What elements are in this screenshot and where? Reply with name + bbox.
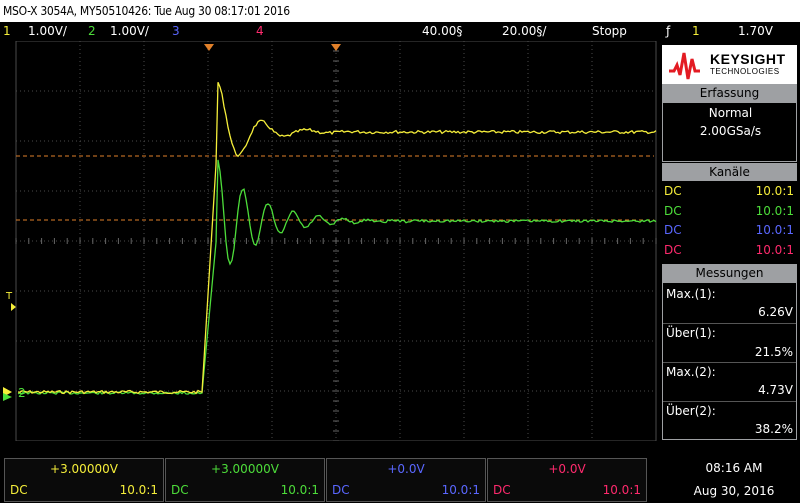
measurement-label: Max.(2):: [666, 365, 716, 379]
keysight-wave-icon: [669, 52, 700, 80]
clock-date: Aug 30, 2016: [693, 484, 775, 498]
keysight-logo: KEYSIGHT TECHNOLOGIES: [662, 45, 797, 85]
run-state[interactable]: Stopp: [592, 22, 627, 41]
clock-time: 08:16 AM: [705, 461, 763, 475]
footer-channel-1[interactable]: +3.00000V DC 10.0:1: [4, 458, 164, 502]
trigger-source[interactable]: 1: [692, 22, 700, 41]
measurement-value: 6.26V: [758, 305, 793, 319]
trigger-level[interactable]: 1.70V: [738, 22, 773, 41]
measurement-label: Max.(1):: [666, 287, 716, 301]
ch1-number[interactable]: 1: [3, 22, 11, 41]
acquisition-mode: Normal: [708, 106, 753, 120]
status-bar: 1 1.00V/ 2 1.00V/ 3 4 40.00§ 20.00§/ Sto…: [0, 22, 800, 41]
channel-footer: +3.00000V DC 10.0:1 +3.00000V DC 10.0:1 …: [0, 458, 800, 503]
time-delay[interactable]: 40.00§: [422, 22, 462, 41]
measurement-label: Über(1):: [666, 326, 716, 340]
measurement-value: 4.73V: [758, 383, 793, 397]
ch4-number[interactable]: 4: [256, 22, 264, 41]
window-title: MSO-X 3054A, MY50510426: Tue Aug 30 08:1…: [0, 0, 800, 22]
ch2-number[interactable]: 2: [88, 22, 96, 41]
time-scale[interactable]: 20.00§/: [502, 22, 546, 41]
channel-row[interactable]: DC 10.0:1: [664, 202, 794, 221]
logo-subtitle: TECHNOLOGIES: [710, 67, 780, 76]
measurements-header[interactable]: Messungen: [662, 264, 797, 282]
measurement-value: 38.2%: [754, 422, 793, 436]
channels-box[interactable]: DC 10.0:1 DC 10.0:1 DC 10.0:1 DC 10.0:1: [662, 181, 797, 263]
trigger-edge-icon[interactable]: ƒ: [666, 22, 670, 41]
channel-row[interactable]: DC 10.0:1: [664, 241, 794, 260]
ch3-number[interactable]: 3: [172, 22, 180, 41]
channel-row[interactable]: DC 10.0:1: [664, 182, 794, 201]
ch2-scale[interactable]: 1.00V/: [110, 22, 149, 41]
footer-channel-3[interactable]: +0.0V DC 10.0:1: [326, 458, 486, 502]
measurement-label: Über(2):: [666, 404, 716, 418]
measurement-value: 21.5%: [754, 345, 793, 359]
acquisition-header[interactable]: Erfassung: [662, 84, 797, 102]
trigger-level-marker[interactable]: T: [5, 291, 13, 302]
acquisition-box[interactable]: Normal 2.00GSa/s: [662, 102, 797, 162]
measurements-box[interactable]: Max.(1): 6.26V Über(1): 21.5% Max.(2): 4…: [662, 282, 797, 440]
ch1-scale[interactable]: 1.00V/: [28, 22, 67, 41]
logo-brand: KEYSIGHT: [710, 51, 786, 67]
channel-row[interactable]: DC 10.0:1: [664, 221, 794, 240]
footer-channel-4[interactable]: +0.0V DC 10.0:1: [487, 458, 647, 502]
ch2-ground-marker[interactable]: 2: [18, 386, 26, 400]
channels-header[interactable]: Kanäle: [662, 163, 797, 181]
sample-rate: 2.00GSa/s: [699, 124, 762, 138]
waveform-display[interactable]: T 2: [0, 40, 658, 442]
footer-channel-2[interactable]: +3.00000V DC 10.0:1: [165, 458, 325, 502]
